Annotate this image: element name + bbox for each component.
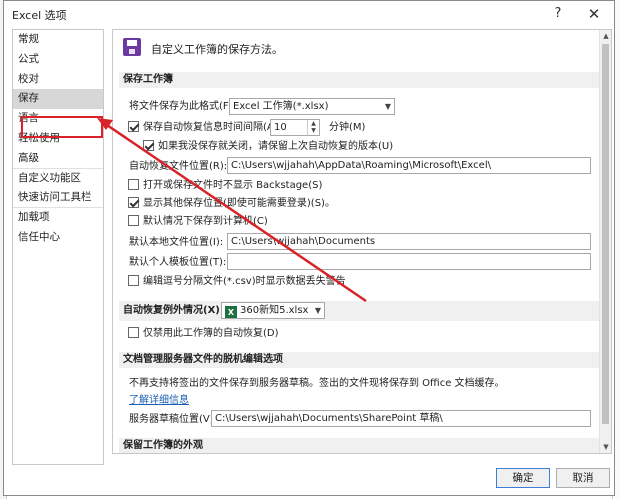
csv-warning-option[interactable]: 编辑逗号分隔文件(*.csv)时显示数据丢失警告 bbox=[128, 275, 346, 289]
save-to-computer-option[interactable]: 默认情况下保存到计算机(C) bbox=[128, 215, 268, 229]
section-autorecover-exceptions: 自动恢复例外情况(X): bbox=[119, 301, 599, 321]
nav-item-quick-access-toolbar[interactable]: 快速访问工具栏 bbox=[13, 188, 103, 209]
help-icon[interactable]: ? bbox=[546, 4, 570, 24]
scroll-thumb[interactable] bbox=[602, 44, 609, 424]
save-to-computer-checkbox[interactable] bbox=[128, 215, 139, 226]
show-other-locations-option[interactable]: 显示其他保存位置(即使可能需要登录)(S)。 bbox=[128, 197, 335, 211]
chevron-down-icon: ▼ bbox=[384, 102, 391, 111]
default-local-label: 默认本地文件位置(I): bbox=[129, 237, 224, 248]
server-drafts-input[interactable]: C:\Users\wjjahah\Documents\SharePoint 草稿… bbox=[211, 410, 591, 427]
save-format-label: 将文件保存为此格式(F): bbox=[129, 101, 236, 112]
section-preserve-visual: 保留工作簿的外观 bbox=[119, 438, 599, 453]
autorecover-exceptions-label: 自动恢复例外情况(X): bbox=[123, 305, 224, 316]
autorecover-interval-option[interactable]: 保存自动恢复信息时间间隔(A) bbox=[128, 121, 278, 135]
show-other-locations-checkbox[interactable] bbox=[128, 197, 139, 208]
chevron-down-icon: ▼ bbox=[314, 306, 321, 315]
learn-more-link[interactable]: 了解详细信息 bbox=[129, 394, 189, 408]
nav-item-trust-center[interactable]: 信任中心 bbox=[13, 228, 103, 248]
excel-file-icon: X bbox=[225, 306, 237, 318]
save-options-panel: 自定义工作簿的保存方法。 保存工作簿 将文件保存为此格式(F): Excel 工… bbox=[112, 29, 612, 454]
nav-item-formulas[interactable]: 公式 bbox=[13, 50, 103, 70]
save-to-computer-label: 默认情况下保存到计算机(C) bbox=[143, 216, 268, 227]
autorecover-minutes-stepper[interactable]: 10 ▲ ▼ bbox=[270, 119, 320, 136]
vertical-scrollbar[interactable]: ▲ ▼ bbox=[599, 30, 611, 453]
save-icon bbox=[123, 38, 141, 56]
close-icon[interactable]: ✕ bbox=[582, 4, 606, 24]
autorecover-minutes-value: 10 bbox=[274, 122, 287, 133]
autorecover-workbook-select[interactable]: X 360新知5.xlsx ▼ bbox=[221, 302, 325, 319]
scroll-down-icon[interactable]: ▼ bbox=[600, 441, 611, 453]
csv-warning-checkbox[interactable] bbox=[128, 275, 139, 286]
default-template-input[interactable] bbox=[227, 253, 591, 270]
cancel-button[interactable]: 取消 bbox=[556, 468, 610, 488]
spin-arrows-icon[interactable]: ▲ ▼ bbox=[307, 120, 319, 135]
save-format-select[interactable]: Excel 工作簿(*.xlsx) ▼ bbox=[229, 98, 395, 115]
disable-autorecover-checkbox[interactable] bbox=[128, 327, 139, 338]
nav-item-customize-ribbon[interactable]: 自定义功能区 bbox=[13, 169, 103, 189]
dms-note: 不再支持将签出的文件保存到服务器草稿。签出的文件现将保存到 Office 文档缓… bbox=[129, 378, 505, 389]
scroll-up-icon[interactable]: ▲ bbox=[600, 30, 611, 42]
show-other-locations-label: 显示其他保存位置(即使可能需要登录)(S)。 bbox=[143, 198, 335, 209]
excel-options-dialog: Excel 选项 ? ✕ 常规 公式 校对 保存 语言 轻松使用 高级 自定义功… bbox=[3, 0, 615, 496]
autorecover-location-label: 自动恢复文件位置(R): bbox=[129, 161, 228, 172]
autorecover-interval-label: 保存自动恢复信息时间间隔(A) bbox=[143, 122, 278, 133]
section-dms-offline: 文档管理服务器文件的脱机编辑选项 bbox=[119, 352, 599, 368]
nav-item-advanced[interactable]: 高级 bbox=[13, 149, 103, 169]
csv-warning-label: 编辑逗号分隔文件(*.csv)时显示数据丢失警告 bbox=[143, 276, 346, 287]
ok-button[interactable]: 确定 bbox=[496, 468, 550, 488]
page-heading: 自定义工作簿的保存方法。 bbox=[151, 43, 283, 56]
options-nav: 常规 公式 校对 保存 语言 轻松使用 高级 自定义功能区 快速访问工具栏 加载… bbox=[12, 29, 104, 465]
no-backstage-checkbox[interactable] bbox=[128, 179, 139, 190]
save-format-value: Excel 工作簿(*.xlsx) bbox=[233, 101, 329, 112]
keep-last-version-checkbox[interactable] bbox=[143, 140, 154, 151]
keep-last-version-label: 如果我没保存就关闭，请保留上次自动恢复的版本(U) bbox=[158, 141, 394, 152]
autorecover-location-input[interactable]: C:\Users\wjjahah\AppData\Roaming\Microso… bbox=[227, 157, 591, 174]
title-bar: Excel 选项 ? ✕ bbox=[4, 1, 614, 27]
nav-item-add-ins[interactable]: 加载项 bbox=[13, 208, 103, 228]
disable-autorecover-option[interactable]: 仅禁用此工作簿的自动恢复(D) bbox=[128, 327, 279, 341]
no-backstage-option[interactable]: 打开或保存文件时不显示 Backstage(S) bbox=[128, 179, 322, 193]
window-title: Excel 选项 bbox=[12, 9, 67, 22]
autorecover-workbook-value: 360新知5.xlsx bbox=[240, 305, 309, 316]
no-backstage-label: 打开或保存文件时不显示 Backstage(S) bbox=[143, 180, 323, 191]
keep-last-version-option[interactable]: 如果我没保存就关闭，请保留上次自动恢复的版本(U) bbox=[143, 140, 393, 154]
default-local-input[interactable]: C:\Users\wjjahah\Documents bbox=[227, 233, 591, 250]
nav-item-general[interactable]: 常规 bbox=[13, 30, 103, 50]
nav-item-language[interactable]: 语言 bbox=[13, 109, 103, 129]
disable-autorecover-label: 仅禁用此工作簿的自动恢复(D) bbox=[143, 328, 279, 339]
default-template-label: 默认个人模板位置(T): bbox=[129, 257, 227, 268]
nav-item-accessibility[interactable]: 轻松使用 bbox=[13, 129, 103, 149]
nav-item-proofing[interactable]: 校对 bbox=[13, 70, 103, 90]
nav-item-save[interactable]: 保存 bbox=[13, 89, 103, 110]
section-save-workbook: 保存工作簿 bbox=[119, 72, 599, 88]
server-drafts-label: 服务器草稿位置(V): bbox=[129, 414, 218, 425]
autorecover-interval-checkbox[interactable] bbox=[128, 121, 139, 132]
autorecover-unit: 分钟(M) bbox=[329, 122, 366, 133]
